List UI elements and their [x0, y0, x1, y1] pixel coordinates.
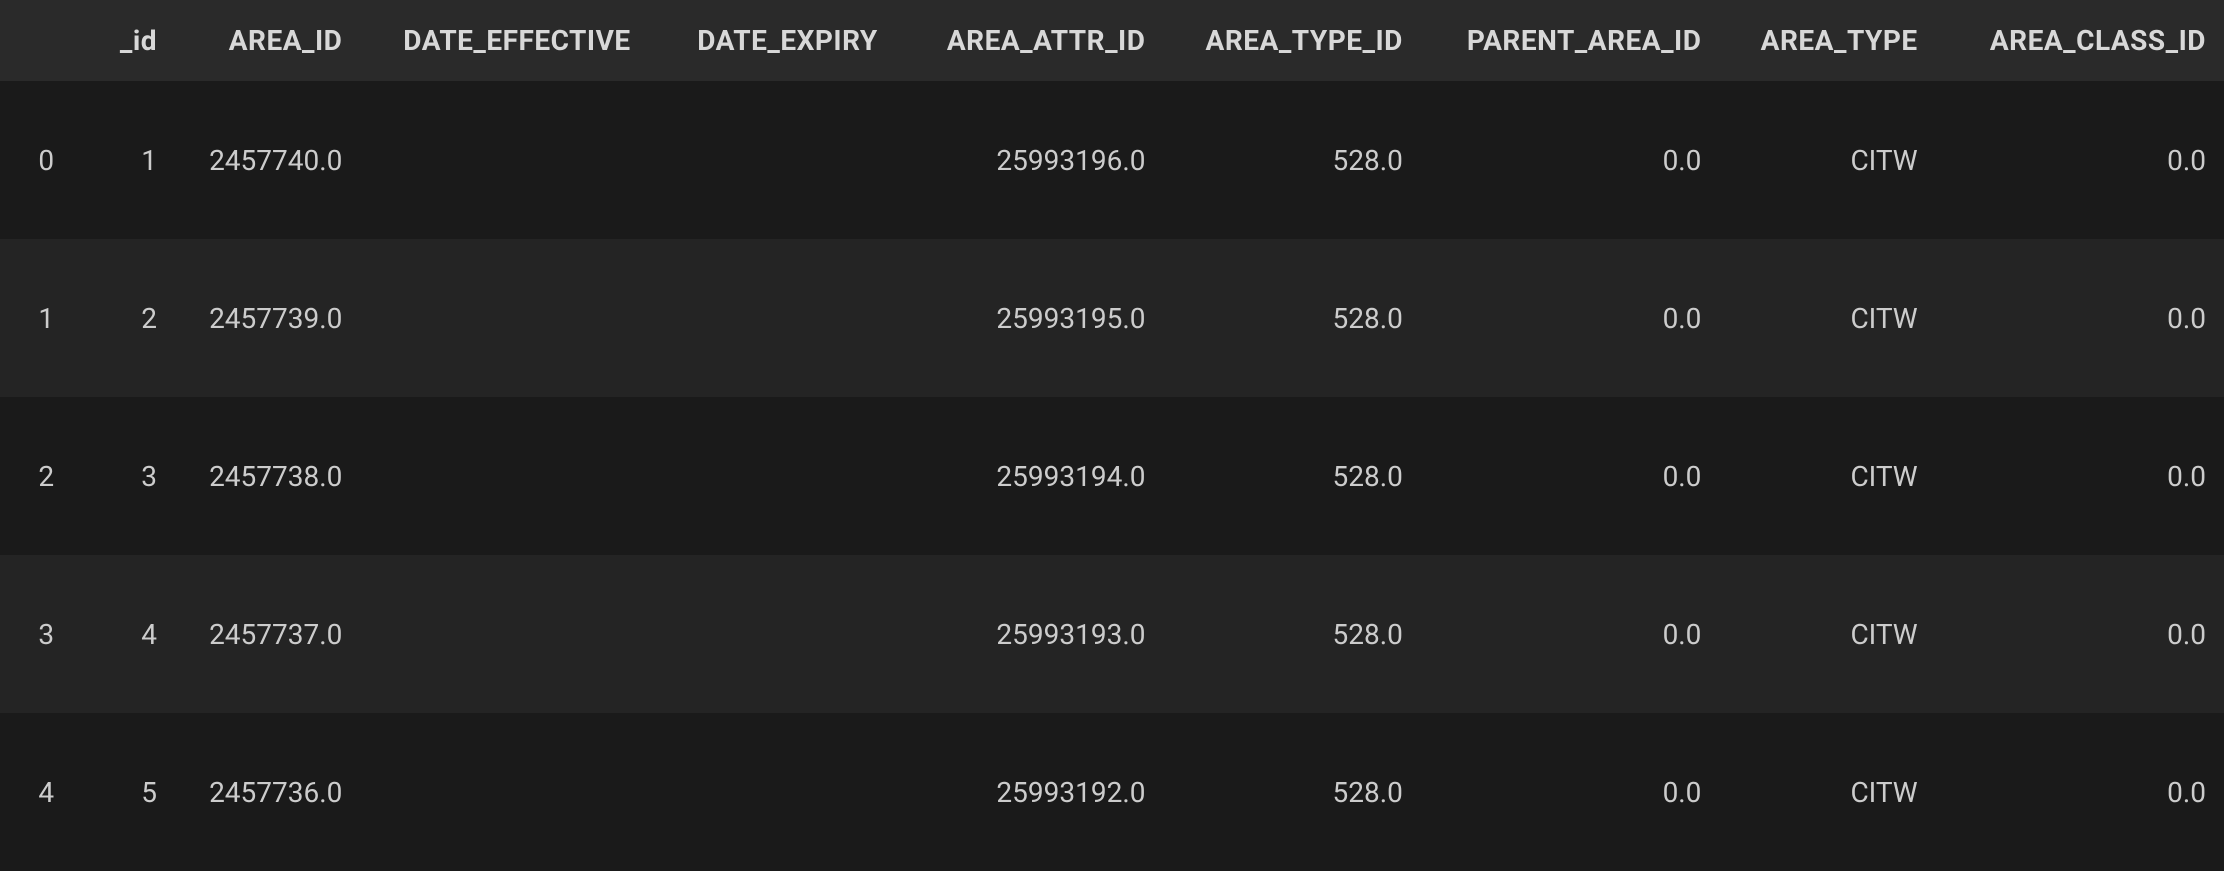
table-header-row: _id AREA_ID DATE_EFFECTIVE DATE_EXPIRY A…: [0, 0, 2224, 81]
column-header-area-class-id[interactable]: AREA_CLASS_ID: [1936, 0, 2224, 81]
cell-area-class-id: 0.0: [1936, 81, 2224, 239]
cell-id: 4: [72, 555, 175, 713]
column-header-parent-area-id[interactable]: PARENT_AREA_ID: [1421, 0, 1720, 81]
column-header-area-attr-id[interactable]: AREA_ATTR_ID: [896, 0, 1164, 81]
cell-area-type-id: 528.0: [1163, 81, 1420, 239]
column-header-area-type[interactable]: AREA_TYPE: [1719, 0, 1935, 81]
column-header-index[interactable]: [0, 0, 72, 81]
cell-date-expiry: [649, 713, 896, 871]
cell-date-effective: [360, 239, 648, 397]
table-row[interactable]: 3 4 2457737.0 25993193.0 528.0 0.0 CITW …: [0, 555, 2224, 713]
cell-index: 0: [0, 81, 72, 239]
cell-date-effective: [360, 555, 648, 713]
table-row[interactable]: 4 5 2457736.0 25993192.0 528.0 0.0 CITW …: [0, 713, 2224, 871]
cell-area-type: CITW: [1719, 397, 1935, 555]
cell-parent-area-id: 0.0: [1421, 397, 1720, 555]
cell-parent-area-id: 0.0: [1421, 81, 1720, 239]
table-row[interactable]: 1 2 2457739.0 25993195.0 528.0 0.0 CITW …: [0, 239, 2224, 397]
cell-area-id: 2457740.0: [175, 81, 360, 239]
cell-area-type: CITW: [1719, 239, 1935, 397]
column-header-date-expiry[interactable]: DATE_EXPIRY: [649, 0, 896, 81]
cell-area-class-id: 0.0: [1936, 713, 2224, 871]
cell-area-class-id: 0.0: [1936, 555, 2224, 713]
column-header-id[interactable]: _id: [72, 0, 175, 81]
cell-area-class-id: 0.0: [1936, 397, 2224, 555]
cell-area-id: 2457739.0: [175, 239, 360, 397]
cell-area-attr-id: 25993195.0: [896, 239, 1164, 397]
column-header-area-id[interactable]: AREA_ID: [175, 0, 360, 81]
cell-id: 1: [72, 81, 175, 239]
cell-date-expiry: [649, 81, 896, 239]
cell-date-expiry: [649, 397, 896, 555]
data-table-container: _id AREA_ID DATE_EFFECTIVE DATE_EXPIRY A…: [0, 0, 2224, 871]
cell-area-type-id: 528.0: [1163, 397, 1420, 555]
cell-date-effective: [360, 81, 648, 239]
cell-area-id: 2457738.0: [175, 397, 360, 555]
cell-area-attr-id: 25993194.0: [896, 397, 1164, 555]
table-row[interactable]: 2 3 2457738.0 25993194.0 528.0 0.0 CITW …: [0, 397, 2224, 555]
cell-area-type: CITW: [1719, 555, 1935, 713]
cell-id: 3: [72, 397, 175, 555]
cell-area-attr-id: 25993193.0: [896, 555, 1164, 713]
cell-area-id: 2457737.0: [175, 555, 360, 713]
cell-id: 2: [72, 239, 175, 397]
cell-area-type-id: 528.0: [1163, 713, 1420, 871]
data-table: _id AREA_ID DATE_EFFECTIVE DATE_EXPIRY A…: [0, 0, 2224, 871]
cell-area-type-id: 528.0: [1163, 555, 1420, 713]
cell-index: 2: [0, 397, 72, 555]
cell-id: 5: [72, 713, 175, 871]
cell-area-type-id: 528.0: [1163, 239, 1420, 397]
cell-parent-area-id: 0.0: [1421, 713, 1720, 871]
cell-area-class-id: 0.0: [1936, 239, 2224, 397]
cell-area-type: CITW: [1719, 713, 1935, 871]
cell-area-type: CITW: [1719, 81, 1935, 239]
cell-index: 3: [0, 555, 72, 713]
table-row[interactable]: 0 1 2457740.0 25993196.0 528.0 0.0 CITW …: [0, 81, 2224, 239]
cell-parent-area-id: 0.0: [1421, 239, 1720, 397]
cell-area-attr-id: 25993192.0: [896, 713, 1164, 871]
cell-index: 1: [0, 239, 72, 397]
column-header-date-effective[interactable]: DATE_EFFECTIVE: [360, 0, 648, 81]
cell-date-effective: [360, 397, 648, 555]
cell-date-effective: [360, 713, 648, 871]
cell-area-id: 2457736.0: [175, 713, 360, 871]
cell-date-expiry: [649, 555, 896, 713]
cell-parent-area-id: 0.0: [1421, 555, 1720, 713]
cell-area-attr-id: 25993196.0: [896, 81, 1164, 239]
cell-index: 4: [0, 713, 72, 871]
column-header-area-type-id[interactable]: AREA_TYPE_ID: [1163, 0, 1420, 81]
cell-date-expiry: [649, 239, 896, 397]
